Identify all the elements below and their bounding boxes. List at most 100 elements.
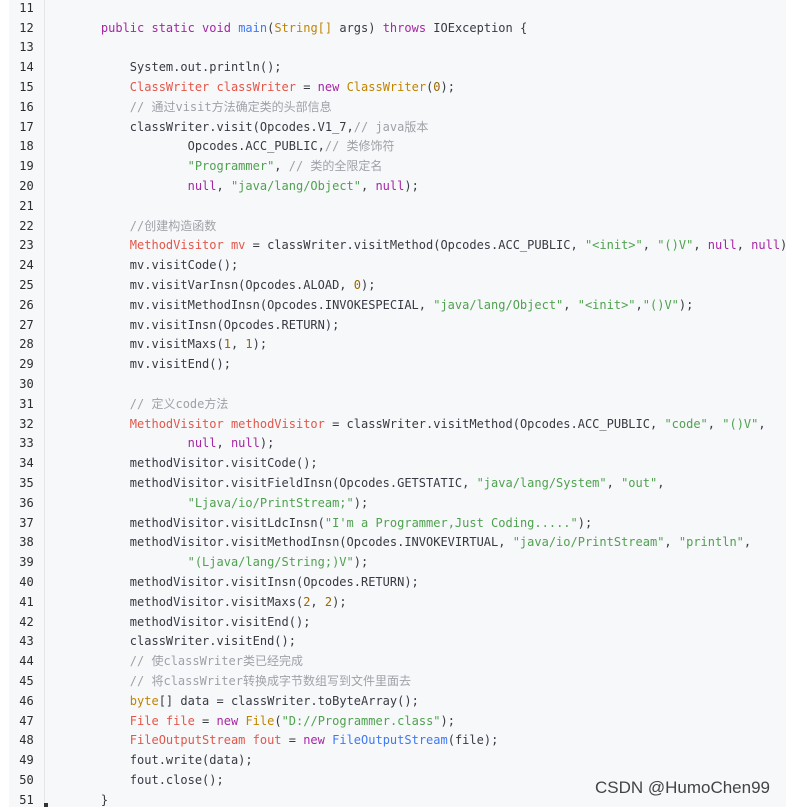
code-line: 20 null, "java/lang/Object", null); — [9, 177, 419, 197]
code-text: methodVisitor.visitFieldInsn(Opcodes.GET… — [72, 476, 665, 490]
code-text: classWriter.visit(Opcodes.V1_7,// java版本 — [72, 119, 429, 134]
code-text: public static void main(String[] args) t… — [100, 20, 528, 35]
line-number: 50 — [19, 773, 34, 787]
code-line: 25 mv.visitVarInsn(Opcodes.ALOAD, 0); — [9, 276, 375, 296]
code-text: Opcodes.ACC_PUBLIC,// 类修饰符 — [72, 139, 395, 154]
code-line: 18 Opcodes.ACC_PUBLIC,// 类修饰符 — [9, 137, 395, 157]
code-text: ClassWriter classWriter = new ClassWrite… — [129, 80, 455, 94]
code-line: 13 — [9, 38, 72, 58]
code-text: } — [72, 792, 109, 807]
line-number: 42 — [19, 614, 34, 629]
code-line: 16 // 通过visit方法确定类的头部信息 — [9, 98, 331, 118]
code-text: methodVisitor.visitInsn(Opcodes.RETURN); — [72, 575, 419, 589]
line-number: 16 — [19, 99, 34, 114]
code-text: "Ljava/io/PrintStream;"); — [187, 495, 369, 510]
code-line: 27 mv.visitInsn(Opcodes.RETURN); — [9, 316, 339, 336]
code-line: 23 MethodVisitor mv = classWriter.visitM… — [9, 236, 786, 256]
code-text: methodVisitor.visitLdcInsn("I'm a Progra… — [72, 515, 593, 530]
code-line: 48 FileOutputStream fout = new FileOutpu… — [9, 731, 498, 751]
code-line: 35 methodVisitor.visitFieldInsn(Opcodes.… — [9, 474, 664, 494]
code-line: 37 methodVisitor.visitLdcInsn("I'm a Pro… — [9, 514, 592, 534]
code-text: // 使classWriter类已经完成 — [129, 654, 303, 669]
code-line: 44 // 使classWriter类已经完成 — [9, 652, 303, 672]
code-text: byte[] data = classWriter.toByteArray(); — [129, 693, 419, 708]
code-line: 22 //创建构造函数 — [9, 217, 216, 237]
code-text: methodVisitor.visitMaxs(2, 2); — [72, 594, 347, 609]
code-line: 19 "Programmer", // 类的全限定名 — [9, 157, 382, 177]
code-line: 51 } — [9, 791, 108, 811]
code-line: 46 byte[] data = classWriter.toByteArray… — [9, 692, 419, 712]
line-number: 18 — [19, 139, 34, 154]
code-line: 45 // 将classWriter转换成字节数组写到文件里面去 — [9, 672, 411, 692]
code-text: MethodVisitor mv = classWriter.visitMeth… — [129, 238, 786, 253]
code-line: 40 methodVisitor.visitInsn(Opcodes.RETUR… — [9, 573, 419, 593]
code-line: 33 null, null); — [9, 434, 274, 454]
code-text: mv.visitInsn(Opcodes.RETURN); — [72, 317, 340, 332]
code-text: //创建构造函数 — [129, 218, 217, 233]
code-text: "Programmer", // 类的全限定名 — [187, 159, 383, 174]
code-line: 24 mv.visitCode(); — [9, 256, 238, 276]
line-number: 28 — [19, 337, 34, 352]
code-line: 47 File file = new File("D://Programmer.… — [9, 712, 455, 732]
code-line: 30 — [9, 375, 72, 395]
code-text: mv.visitCode(); — [72, 258, 239, 273]
line-number: 17 — [19, 119, 34, 134]
code-text: fout.write(data); — [72, 753, 253, 768]
line-number: 24 — [19, 258, 34, 273]
code-line: 38 methodVisitor.visitMethodInsn(Opcodes… — [9, 533, 751, 553]
code-line: 11 — [9, 0, 72, 19]
line-number: 32 — [19, 416, 34, 431]
code-line: 17 classWriter.visit(Opcodes.V1_7,// jav… — [9, 118, 428, 138]
code-text: System.out.println(); — [72, 60, 282, 75]
code-text: FileOutputStream fout = new FileOutputSt… — [129, 733, 499, 748]
line-number: 43 — [19, 634, 34, 649]
code-text: classWriter.visitEnd(); — [72, 634, 296, 649]
line-number: 40 — [19, 575, 34, 589]
line-number: 27 — [19, 317, 34, 332]
line-number: 11 — [19, 0, 34, 15]
line-number: 22 — [19, 218, 34, 233]
line-number: 37 — [19, 515, 34, 530]
code-line: 41 methodVisitor.visitMaxs(2, 2); — [9, 593, 347, 613]
code-text: // 将classWriter转换成字节数组写到文件里面去 — [129, 674, 411, 688]
line-number: 36 — [19, 495, 34, 510]
code-line: 29 mv.visitEnd(); — [9, 355, 231, 375]
code-line: 36 "Ljava/io/PrintStream;"); — [9, 494, 368, 514]
code-line: 42 methodVisitor.visitEnd(); — [9, 613, 310, 633]
code-line: 39 "(Ljava/lang/String;)V"); — [9, 553, 368, 573]
line-number: 51 — [19, 792, 34, 807]
line-number: 13 — [19, 40, 34, 55]
code-line: 12 public static void main(String[] args… — [9, 19, 527, 39]
line-number: 19 — [19, 159, 34, 174]
line-number: 15 — [19, 80, 34, 94]
scroll-indicator — [44, 803, 48, 807]
code-text: mv.visitEnd(); — [72, 357, 231, 372]
line-number: 48 — [19, 733, 34, 748]
code-text: null, "java/lang/Object", null); — [187, 179, 419, 193]
line-number: 30 — [19, 377, 34, 391]
line-number: 35 — [19, 476, 34, 490]
code-line: 15 ClassWriter classWriter = new ClassWr… — [9, 78, 455, 98]
code-text: MethodVisitor methodVisitor = classWrite… — [129, 416, 766, 431]
line-number: 26 — [19, 297, 34, 312]
line-number: 12 — [19, 20, 34, 35]
code-text: fout.close(); — [72, 773, 224, 787]
line-number: 34 — [19, 456, 34, 471]
line-number: 31 — [19, 396, 34, 411]
code-text: methodVisitor.visitCode(); — [72, 456, 318, 471]
code-text: // 定义code方法 — [129, 396, 229, 411]
line-number: 21 — [19, 198, 34, 213]
line-number: 49 — [19, 753, 34, 768]
code-line: 14 System.out.println(); — [9, 58, 282, 78]
code-text: mv.visitMethodInsn(Opcodes.INVOKESPECIAL… — [72, 297, 694, 312]
line-number: 25 — [19, 278, 34, 292]
code-text: File file = new File("D://Programmer.cla… — [129, 713, 455, 728]
line-number: 38 — [19, 535, 34, 550]
line-number: 46 — [19, 693, 34, 708]
code-text: null, null); — [187, 436, 275, 451]
code-text: mv.visitVarInsn(Opcodes.ALOAD, 0); — [72, 278, 376, 292]
code-line: 31 // 定义code方法 — [9, 395, 228, 415]
line-number: 33 — [19, 436, 34, 451]
code-text: mv.visitMaxs(1, 1); — [72, 337, 268, 352]
line-number: 29 — [19, 357, 34, 372]
